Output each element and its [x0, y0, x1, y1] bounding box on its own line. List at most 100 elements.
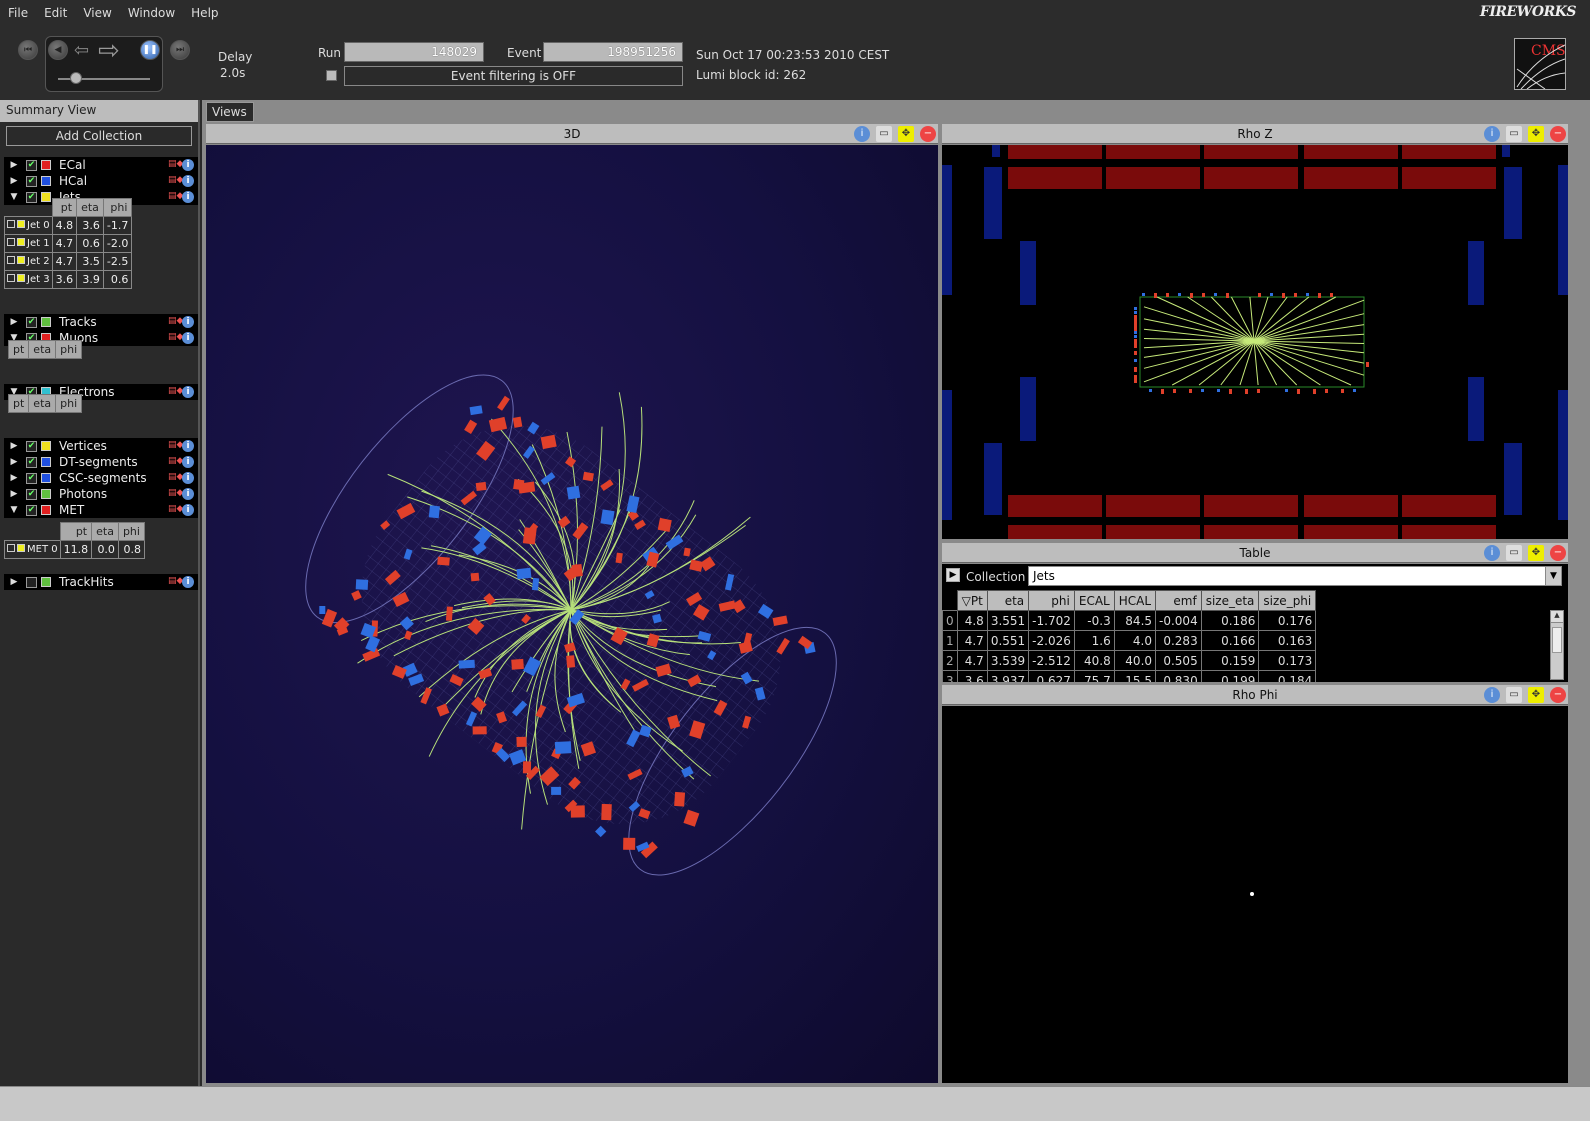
- maximize-icon[interactable]: ✥: [1528, 126, 1544, 142]
- column-header[interactable]: pt: [7, 340, 30, 359]
- column-header[interactable]: size_eta: [1200, 590, 1260, 611]
- color-swatch[interactable]: [41, 317, 51, 327]
- view-rhoz-canvas[interactable]: [942, 145, 1568, 539]
- info-icon[interactable]: i: [182, 456, 194, 468]
- event-filter-checkbox[interactable]: [326, 70, 337, 81]
- info-icon[interactable]: i: [182, 472, 194, 484]
- filter-icon[interactable]: ▤◆: [168, 440, 183, 452]
- menu-view[interactable]: View: [75, 6, 119, 20]
- column-header[interactable]: pt: [51, 198, 78, 217]
- undock-icon[interactable]: ▭: [1506, 687, 1522, 703]
- info-icon[interactable]: i: [182, 175, 194, 187]
- collection-row[interactable]: ▶ ✔ HCal ▤◆ i: [4, 173, 198, 189]
- collection-row[interactable]: ▶ ✔ Vertices ▤◆ i: [4, 438, 198, 454]
- chevron-down-icon[interactable]: ▼: [1545, 567, 1561, 585]
- maximize-icon[interactable]: ✥: [1528, 545, 1544, 561]
- column-header[interactable]: phi: [55, 394, 83, 413]
- table-row[interactable]: Jet 0 4.8 3.6 -1.7: [4, 216, 133, 235]
- visibility-checkbox[interactable]: ✔: [26, 159, 37, 171]
- run-field[interactable]: 148029: [344, 42, 484, 62]
- close-icon[interactable]: −: [1550, 126, 1566, 142]
- previous-event-button[interactable]: ⇦: [74, 40, 89, 61]
- info-icon[interactable]: i: [1484, 126, 1500, 142]
- maximize-icon[interactable]: ✥: [1528, 687, 1544, 703]
- collection-row[interactable]: ▶ TrackHits ▤◆ i: [4, 574, 198, 590]
- info-icon[interactable]: i: [182, 191, 194, 203]
- filter-icon[interactable]: ▤◆: [168, 191, 183, 203]
- collection-row[interactable]: ▶ ✔ DT-segments ▤◆ i: [4, 454, 198, 470]
- maximize-icon[interactable]: ✥: [898, 126, 914, 142]
- table-row[interactable]: Jet 1 4.7 0.6 -2.0: [4, 234, 133, 253]
- chevron-down-icon[interactable]: ▼: [8, 505, 20, 515]
- event-field[interactable]: 198951256: [543, 42, 683, 62]
- pause-button[interactable]: ❚❚: [140, 40, 160, 60]
- collection-row[interactable]: ▼ ✔ MET ▤◆ i: [4, 502, 198, 518]
- column-header[interactable]: pt: [59, 522, 93, 541]
- undock-icon[interactable]: ▭: [876, 126, 892, 142]
- filter-icon[interactable]: ▤◆: [168, 576, 183, 588]
- column-header[interactable]: ECAL: [1073, 590, 1115, 611]
- column-header[interactable]: phi: [55, 340, 83, 359]
- chevron-right-icon[interactable]: ▶: [8, 176, 20, 186]
- play-backward-button[interactable]: ◀: [48, 40, 68, 60]
- color-swatch[interactable]: [41, 176, 51, 186]
- undock-icon[interactable]: ▭: [1506, 126, 1522, 142]
- filter-icon[interactable]: ▤◆: [168, 456, 183, 468]
- info-icon[interactable]: i: [182, 332, 194, 344]
- close-icon[interactable]: −: [1550, 687, 1566, 703]
- visibility-checkbox[interactable]: ✔: [26, 456, 37, 468]
- color-swatch[interactable]: [41, 505, 51, 515]
- first-event-button[interactable]: ⏮: [18, 40, 38, 60]
- column-header[interactable]: ▽Pt: [956, 590, 988, 611]
- filter-icon[interactable]: ▤◆: [168, 159, 183, 171]
- chevron-right-icon[interactable]: ▶: [8, 577, 20, 587]
- table-row[interactable]: Jet 2 4.7 3.5 -2.5: [4, 252, 133, 271]
- view-rhophi-canvas[interactable]: [942, 706, 1568, 1083]
- info-icon[interactable]: i: [854, 126, 870, 142]
- chevron-right-icon[interactable]: ▶: [8, 473, 20, 483]
- close-icon[interactable]: −: [920, 126, 936, 142]
- info-icon[interactable]: i: [182, 316, 194, 328]
- color-swatch[interactable]: [41, 577, 51, 587]
- menu-edit[interactable]: Edit: [36, 6, 75, 20]
- filter-icon[interactable]: ▤◆: [168, 316, 183, 328]
- info-icon[interactable]: i: [182, 159, 194, 171]
- chevron-right-icon[interactable]: ▶: [8, 317, 20, 327]
- chevron-right-icon[interactable]: ▶: [8, 457, 20, 467]
- collection-row[interactable]: ▶ ✔ ECal ▤◆ i: [4, 157, 198, 173]
- filter-icon[interactable]: ▤◆: [168, 175, 183, 187]
- menu-help[interactable]: Help: [183, 6, 226, 20]
- color-swatch[interactable]: [41, 457, 51, 467]
- column-header[interactable]: eta: [986, 590, 1030, 611]
- scroll-thumb[interactable]: [1552, 627, 1562, 653]
- filter-icon[interactable]: ▤◆: [168, 386, 183, 398]
- tab-views[interactable]: Views: [206, 102, 254, 122]
- table-row[interactable]: Jet 3 3.6 3.9 0.6: [4, 270, 133, 289]
- event-filter-button[interactable]: Event filtering is OFF: [344, 66, 683, 86]
- chevron-right-icon[interactable]: ▶: [8, 160, 20, 170]
- delay-slider-knob[interactable]: [70, 72, 82, 84]
- column-header[interactable]: emf: [1155, 590, 1202, 611]
- column-header[interactable]: eta: [91, 522, 119, 541]
- last-event-button[interactable]: ⏭: [170, 40, 190, 60]
- info-icon[interactable]: i: [182, 386, 194, 398]
- menu-file[interactable]: File: [0, 6, 36, 20]
- visibility-checkbox[interactable]: ✔: [26, 316, 37, 328]
- collection-select[interactable]: Jets ▼: [1028, 566, 1562, 586]
- table-scrollbar[interactable]: ▲: [1550, 610, 1564, 680]
- collection-row[interactable]: ▶ ✔ Tracks ▤◆ i: [4, 314, 198, 330]
- visibility-checkbox[interactable]: ✔: [26, 472, 37, 484]
- table-row[interactable]: 2 4.7 3.539 -2.512 40.8 40.0 0.505 0.159 0.173: [942, 650, 1317, 671]
- info-icon[interactable]: i: [182, 504, 194, 516]
- column-header[interactable]: eta: [28, 340, 57, 359]
- filter-icon[interactable]: ▤◆: [168, 504, 183, 516]
- table-row[interactable]: 0 4.8 3.551 -1.702 -0.3 84.5 -0.004 0.186 0.176: [942, 610, 1317, 631]
- filter-icon[interactable]: ▤◆: [168, 472, 183, 484]
- color-swatch[interactable]: [41, 489, 51, 499]
- visibility-checkbox[interactable]: ✔: [26, 504, 37, 516]
- table-row[interactable]: 1 4.7 0.551 -2.026 1.6 4.0 0.283 0.166 0.163: [942, 630, 1317, 651]
- info-icon[interactable]: i: [182, 576, 194, 588]
- color-swatch[interactable]: [41, 441, 51, 451]
- info-icon[interactable]: i: [1484, 545, 1500, 561]
- chevron-right-icon[interactable]: ▶: [8, 441, 20, 451]
